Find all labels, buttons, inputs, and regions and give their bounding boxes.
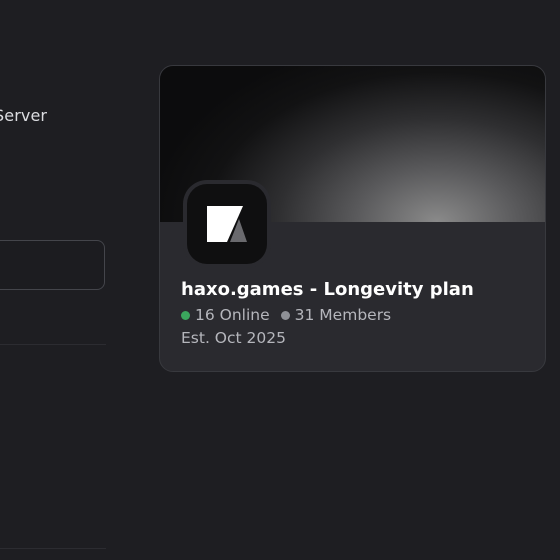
divider-bottom — [0, 548, 106, 549]
members-status-dot — [280, 310, 290, 320]
established-date: Est. Oct 2025 — [181, 329, 286, 347]
server-label: Server — [0, 106, 48, 125]
member-count: 31 Members — [294, 306, 392, 324]
online-count: 16 Online — [195, 306, 270, 324]
server-logo-icon — [187, 184, 267, 264]
left-panel: Server — [0, 0, 110, 560]
server-stats: 16 Online 31 Members — [181, 306, 391, 324]
text-input[interactable] — [0, 240, 105, 290]
online-status-dot — [181, 310, 190, 320]
divider — [0, 344, 106, 345]
logo-glyph-icon — [207, 206, 247, 242]
server-name: haxo.games - Longevity plan — [181, 279, 474, 300]
server-preview-card[interactable]: haxo.games - Longevity plan 16 Online 31… — [159, 65, 546, 372]
server-icon-frame — [183, 180, 271, 268]
